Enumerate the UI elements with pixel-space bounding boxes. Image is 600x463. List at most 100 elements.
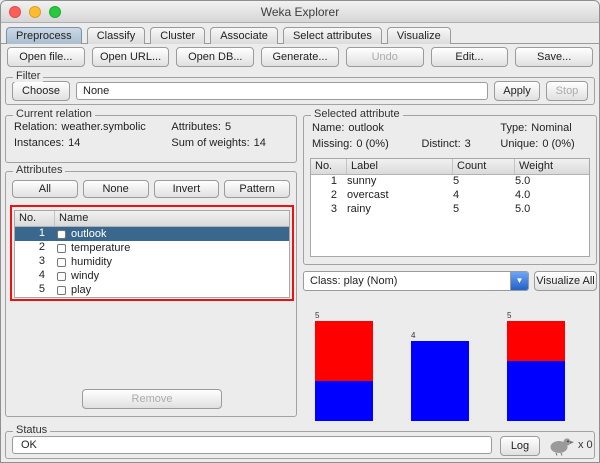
- pattern-button[interactable]: Pattern: [224, 180, 290, 198]
- weka-explorer-window: Weka Explorer Preprocess Classify Cluste…: [0, 0, 600, 463]
- value-row-sunny: 1 sunny 5 5.0: [311, 175, 589, 189]
- filter-panel: Filter Choose None Apply Stop: [5, 77, 595, 105]
- attribute-checkbox[interactable]: [57, 286, 66, 295]
- undo-button[interactable]: Undo: [346, 47, 424, 67]
- window-title: Weka Explorer: [1, 5, 599, 19]
- attribute-row-temperature[interactable]: 2 temperature: [15, 241, 289, 255]
- current-relation-panel: Current relation Relation: weather.symbo…: [5, 115, 297, 163]
- selected-attribute-panel: Selected attribute Name: outlook Type: N…: [303, 115, 597, 265]
- selected-attribute-title: Selected attribute: [311, 108, 403, 120]
- attribute-row-windy[interactable]: 4 windy: [15, 269, 289, 283]
- tab-classify[interactable]: Classify: [87, 27, 146, 44]
- open-db-button[interactable]: Open DB...: [176, 47, 254, 67]
- attribute-checkbox[interactable]: [57, 244, 66, 253]
- save-button[interactable]: Save...: [515, 47, 593, 67]
- attribute-checkbox[interactable]: [57, 230, 66, 239]
- attr-unique-value: 0 (0%): [542, 138, 574, 154]
- attribute-checkbox[interactable]: [57, 258, 66, 267]
- open-url-button[interactable]: Open URL...: [92, 47, 170, 67]
- all-button[interactable]: All: [12, 180, 78, 198]
- attribute-checkbox[interactable]: [57, 272, 66, 281]
- bar-segment: [507, 361, 565, 421]
- status-panel: Status OK Log x 0: [5, 431, 595, 459]
- attr-distinct-label: Distinct:: [422, 138, 461, 154]
- sum-weights-label: Sum of weights:: [171, 137, 249, 153]
- title-bar: Weka Explorer: [1, 1, 599, 23]
- histogram: 5 4 5: [303, 297, 597, 423]
- status-panel-title: Status: [13, 424, 50, 436]
- bar-count-label: 5: [315, 311, 373, 321]
- edit-button[interactable]: Edit...: [431, 47, 509, 67]
- tab-bar: Preprocess Classify Cluster Associate Se…: [1, 24, 599, 44]
- tab-select-attributes[interactable]: Select attributes: [283, 27, 382, 44]
- current-relation-title: Current relation: [13, 108, 95, 120]
- column-header-name: Name: [55, 211, 289, 226]
- attribute-name: outlook: [71, 228, 106, 241]
- value-row-overcast: 2 overcast 4 4.0: [311, 189, 589, 203]
- stop-filter-button[interactable]: Stop: [546, 81, 588, 101]
- attributes-count-label: Attributes:: [171, 121, 221, 137]
- tab-associate[interactable]: Associate: [210, 27, 278, 44]
- bar-segment: [507, 321, 565, 361]
- bar-segment: [411, 341, 469, 421]
- attribute-row-humidity[interactable]: 3 humidity: [15, 255, 289, 269]
- attr-name-value: outlook: [348, 122, 383, 138]
- attr-distinct-value: 3: [465, 138, 471, 154]
- relation-value: weather.symbolic: [61, 121, 145, 137]
- sum-weights-value: 14: [254, 137, 266, 153]
- attributes-table-header: No. Name: [15, 211, 289, 227]
- attr-name-label: Name:: [312, 122, 344, 138]
- bar-count-label: 5: [507, 311, 565, 321]
- remove-button[interactable]: Remove: [82, 389, 222, 409]
- attributes-panel: Attributes All None Invert Pattern No. N…: [5, 171, 297, 417]
- log-button[interactable]: Log: [500, 436, 540, 456]
- visualize-all-button[interactable]: Visualize All: [534, 271, 597, 291]
- attribute-name: temperature: [71, 242, 130, 255]
- filter-panel-title: Filter: [13, 70, 43, 82]
- histogram-bar-rainy: 5: [507, 311, 565, 421]
- none-button[interactable]: None: [83, 180, 149, 198]
- class-dropdown[interactable]: Class: play (Nom) ▼: [303, 271, 529, 291]
- toolbar: Open file... Open URL... Open DB... Gene…: [1, 46, 599, 70]
- bird-run-count: x 0: [578, 439, 593, 451]
- attribute-values-table: No. Label Count Weight 1 sunny 5 5.0 2 o…: [310, 158, 590, 257]
- attributes-count-value: 5: [225, 121, 231, 137]
- generate-button[interactable]: Generate...: [261, 47, 339, 67]
- attribute-name: humidity: [71, 256, 112, 269]
- column-header-weight: Weight: [515, 159, 589, 174]
- attr-type-value: Nominal: [531, 122, 571, 138]
- tab-preprocess[interactable]: Preprocess: [6, 27, 82, 44]
- invert-button[interactable]: Invert: [154, 180, 220, 198]
- attr-type-label: Type:: [500, 122, 527, 138]
- values-table-header: No. Label Count Weight: [311, 159, 589, 175]
- chevron-down-icon[interactable]: ▼: [510, 272, 528, 290]
- column-header-no: No.: [15, 211, 55, 226]
- choose-filter-button[interactable]: Choose: [12, 81, 70, 101]
- attribute-selection-buttons: All None Invert Pattern: [12, 180, 290, 198]
- attributes-panel-title: Attributes: [13, 164, 65, 176]
- bar-segment: [315, 381, 373, 421]
- tab-visualize[interactable]: Visualize: [387, 27, 451, 44]
- relation-label: Relation:: [14, 121, 57, 137]
- tab-cluster[interactable]: Cluster: [150, 27, 205, 44]
- column-header-no: No.: [311, 159, 347, 174]
- attribute-row-outlook[interactable]: 1 outlook: [15, 227, 289, 241]
- histogram-bar-overcast: 4: [411, 331, 469, 421]
- class-dropdown-value: Class: play (Nom): [304, 275, 510, 287]
- value-row-rainy: 3 rainy 5 5.0: [311, 203, 589, 217]
- bar-count-label: 4: [411, 331, 469, 341]
- open-file-button[interactable]: Open file...: [7, 47, 85, 67]
- attribute-name: windy: [71, 270, 99, 283]
- attribute-row-play[interactable]: 5 play: [15, 283, 289, 297]
- instances-value: 14: [68, 137, 80, 153]
- column-header-label: Label: [347, 159, 453, 174]
- status-message: OK: [12, 436, 492, 454]
- weka-bird-icon: [548, 434, 574, 456]
- attr-unique-label: Unique:: [500, 138, 538, 154]
- instances-label: Instances:: [14, 137, 64, 153]
- bar-segment: [315, 321, 373, 381]
- apply-filter-button[interactable]: Apply: [494, 81, 540, 101]
- filter-value-field[interactable]: None: [76, 82, 488, 100]
- attr-missing-label: Missing:: [312, 138, 352, 154]
- attributes-table: No. Name 1 outlook 2 temperature 3: [14, 210, 290, 298]
